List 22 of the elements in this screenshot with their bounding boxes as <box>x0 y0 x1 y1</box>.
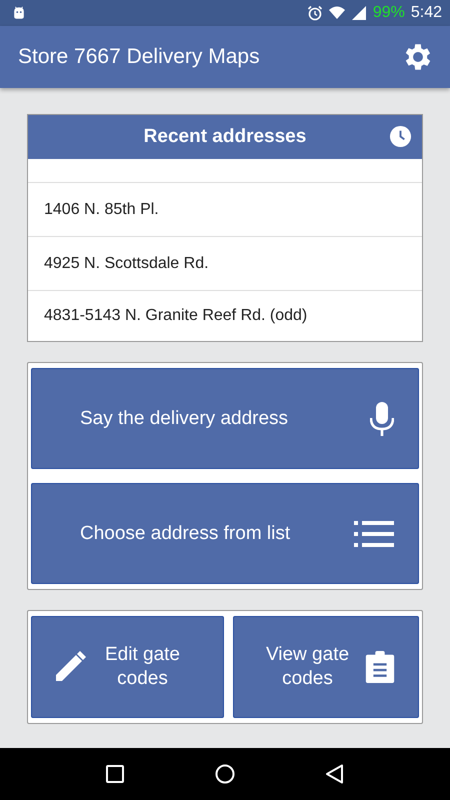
action-button[interactable]: Choose address from list <box>31 483 419 584</box>
home-icon[interactable] <box>215 764 235 784</box>
gate-codes-button[interactable]: Edit gate codes <box>31 616 224 718</box>
recents-icon[interactable] <box>105 764 125 784</box>
address-item[interactable]: 1406 N. 85th Pl. <box>28 183 422 237</box>
card-title: Recent addresses <box>144 126 306 148</box>
alarm-icon <box>306 5 323 21</box>
action-button[interactable]: Say the delivery address <box>31 368 419 469</box>
clock-time: 5:42 <box>410 4 442 22</box>
pencil-icon <box>54 651 86 683</box>
app-title: Store 7667 Delivery Maps <box>18 45 260 69</box>
clipboard-icon <box>364 651 396 683</box>
list-icon <box>354 520 394 546</box>
wifi-icon <box>328 5 345 21</box>
back-icon[interactable] <box>325 764 345 784</box>
android-icon <box>12 6 26 20</box>
clock-icon <box>389 125 412 148</box>
address-item[interactable]: 4831-5143 N. Granite Reef Rd. (odd) <box>28 291 422 341</box>
gate-codes-button[interactable]: View gate codes <box>232 616 419 718</box>
signal-icon <box>350 5 367 21</box>
address-item[interactable]: 4925 N. Scottsdale Rd. <box>28 237 422 291</box>
battery-percent: 99% <box>372 4 405 22</box>
